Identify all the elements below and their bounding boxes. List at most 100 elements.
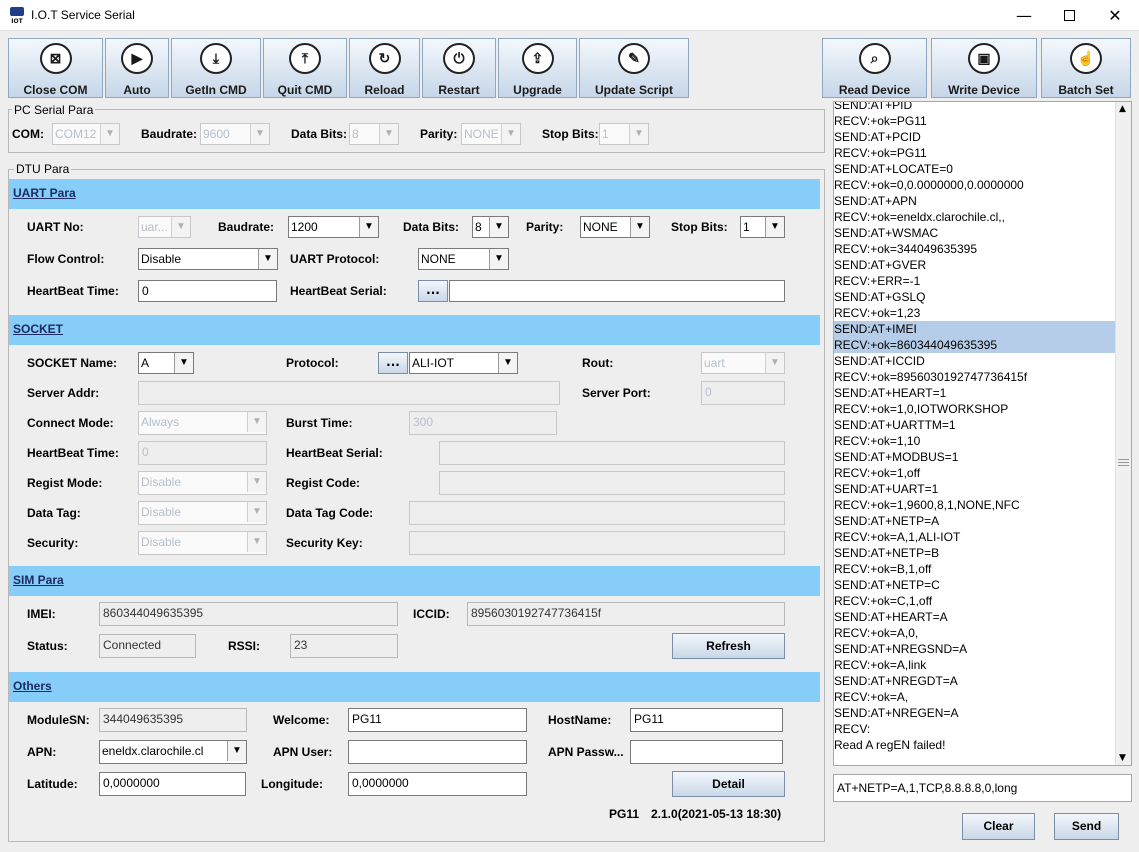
log-line: SEND:AT+HEART=A bbox=[834, 610, 948, 624]
apn-user-input[interactable] bbox=[348, 740, 527, 764]
data-tag-code-label: Data Tag Code: bbox=[286, 506, 374, 520]
data-tag-select[interactable]: Disable ▼ bbox=[138, 501, 267, 525]
log-line: RECV:+ok=C,1,off bbox=[834, 594, 933, 608]
refresh-button[interactable]: Refresh bbox=[672, 633, 785, 659]
socket-hb-serial-input[interactable] bbox=[439, 441, 785, 465]
apn-user-label: APN User: bbox=[273, 745, 333, 759]
apn-password-input[interactable] bbox=[630, 740, 783, 764]
toolbar-button-label: Reload bbox=[364, 83, 405, 97]
log-line: SEND:AT+GSLQ bbox=[834, 290, 926, 304]
welcome-input[interactable]: PG11 bbox=[348, 708, 527, 732]
server-port-input[interactable]: 0 bbox=[701, 381, 785, 405]
uart-baudrate-select[interactable]: 1200 ▼ bbox=[288, 216, 379, 238]
server-addr-input[interactable] bbox=[138, 381, 560, 405]
uart-section-title[interactable]: UART Para bbox=[13, 186, 76, 200]
detail-button[interactable]: Detail bbox=[672, 771, 785, 797]
log-line: SEND:AT+NREGEN=A bbox=[834, 706, 959, 720]
toolbar-button-update-script[interactable]: ✎ Update Script bbox=[579, 38, 689, 98]
regist-mode-select[interactable]: Disable ▼ bbox=[138, 471, 267, 495]
uart-no-select[interactable]: uar... ▼ bbox=[138, 216, 191, 238]
scroll-down-icon[interactable]: ▼ bbox=[1119, 753, 1126, 763]
chevron-down-icon: ▼ bbox=[174, 353, 193, 373]
reload-doc-icon: ↻ bbox=[368, 43, 401, 74]
uart-parity-select[interactable]: NONE ▼ bbox=[580, 216, 650, 238]
others-section-title[interactable]: Others bbox=[13, 679, 52, 693]
longitude-label: Longitude: bbox=[261, 777, 323, 791]
com-value: COM12 bbox=[55, 127, 97, 141]
toolbar-button-getin-cmd[interactable]: ⤓ GetIn CMD bbox=[171, 38, 261, 98]
pc-parity-select[interactable]: NONE ▼ bbox=[461, 123, 521, 145]
longitude-input[interactable]: 0,0000000 bbox=[348, 772, 527, 796]
latitude-label: Latitude: bbox=[27, 777, 78, 791]
toolbar-button-quit-cmd[interactable]: ⤒ Quit CMD bbox=[263, 38, 347, 98]
socket-name-label: SOCKET Name: bbox=[27, 356, 118, 370]
uart-databits-select[interactable]: 8 ▼ bbox=[472, 216, 509, 238]
socket-protocol-browse-button[interactable]: ... bbox=[378, 352, 408, 374]
uart-baudrate-value: 1200 bbox=[291, 220, 318, 234]
clear-button[interactable]: Clear bbox=[962, 813, 1035, 840]
chevron-down-icon: ▼ bbox=[359, 217, 378, 237]
com-select[interactable]: COM12 ▼ bbox=[52, 123, 120, 145]
rout-select[interactable]: uart ▼ bbox=[701, 352, 785, 374]
security-value: Disable bbox=[141, 535, 182, 549]
log-line: SEND:AT+NETP=A bbox=[834, 514, 940, 528]
uart-hb-time-input[interactable]: 0 bbox=[138, 280, 277, 302]
uart-stopbits-select[interactable]: 1 ▼ bbox=[740, 216, 785, 238]
data-tag-code-input[interactable] bbox=[409, 501, 785, 525]
sim-section-title[interactable]: SIM Para bbox=[13, 573, 64, 587]
toolbar-button-label: Upgrade bbox=[513, 83, 562, 97]
uart-hb-serial-browse-button[interactable]: ... bbox=[418, 280, 448, 302]
toolbar-button-write-device[interactable]: ▣ Write Device bbox=[931, 38, 1037, 98]
socket-section-header: SOCKET bbox=[9, 315, 820, 345]
module-sn-field: 344049635395 bbox=[99, 708, 247, 732]
toolbar-button-close-com[interactable]: ⊠ Close COM bbox=[8, 38, 103, 98]
chevron-down-icon: ▼ bbox=[100, 124, 119, 144]
socket-hb-time-input[interactable]: 0 bbox=[138, 441, 267, 465]
scroll-thumb[interactable] bbox=[1118, 442, 1129, 482]
connect-mode-select[interactable]: Always ▼ bbox=[138, 411, 267, 435]
log-scrollbar[interactable]: ▲ ▼ bbox=[1115, 102, 1131, 765]
close-window-icon[interactable]: ✕ bbox=[1092, 0, 1138, 30]
toolbar-button-read-device[interactable]: ⌕ Read Device bbox=[822, 38, 927, 98]
burst-time-input[interactable]: 300 bbox=[409, 411, 557, 435]
log-line: RECV:+ERR=-1 bbox=[834, 274, 921, 288]
scroll-up-icon[interactable]: ▲ bbox=[1119, 104, 1126, 114]
apn-select[interactable]: eneldx.clarochile.cl ▼ bbox=[99, 740, 247, 764]
server-port-label: Server Port: bbox=[582, 386, 651, 400]
chevron-down-icon: ▼ bbox=[629, 124, 648, 144]
toolbar-button-batch-set[interactable]: ☝ Batch Set bbox=[1041, 38, 1131, 98]
security-key-input[interactable] bbox=[409, 531, 785, 555]
latitude-input[interactable]: 0,0000000 bbox=[99, 772, 246, 796]
uart-hb-serial-input[interactable] bbox=[449, 280, 785, 302]
security-select[interactable]: Disable ▼ bbox=[138, 531, 267, 555]
socket-protocol-label: Protocol: bbox=[286, 356, 339, 370]
log-panel[interactable]: SEND:AT+PID RECV:+ok=PG11 SEND:AT+PCID RECV… bbox=[833, 101, 1132, 766]
socket-name-select[interactable]: A ▼ bbox=[138, 352, 194, 374]
uart-protocol-select[interactable]: NONE ▼ bbox=[418, 248, 509, 270]
hostname-input[interactable]: PG11 bbox=[630, 708, 783, 732]
chevron-down-icon: ▼ bbox=[630, 217, 649, 237]
chevron-down-icon: ▼ bbox=[501, 124, 520, 144]
uart-protocol-value: NONE bbox=[421, 252, 456, 266]
log-line: RECV:+ok=860344049635395 bbox=[834, 337, 1116, 353]
command-input[interactable]: AT+NETP=A,1,TCP,8.8.8.8,0,long bbox=[833, 774, 1132, 802]
flow-control-select[interactable]: Disable ▼ bbox=[138, 248, 278, 270]
toolbar-button-label: Close COM bbox=[23, 83, 88, 97]
chevron-down-icon: ▼ bbox=[765, 217, 784, 237]
send-button[interactable]: Send bbox=[1054, 813, 1119, 840]
socket-section-title[interactable]: SOCKET bbox=[13, 322, 63, 336]
minimize-icon[interactable]: — bbox=[1001, 0, 1047, 30]
toolbar-button-reload[interactable]: ↻ Reload bbox=[349, 38, 420, 98]
toolbar-button-auto[interactable]: ▶ Auto bbox=[105, 38, 169, 98]
maximize-icon[interactable] bbox=[1046, 0, 1092, 30]
socket-protocol-select[interactable]: ALI-IOT ▼ bbox=[409, 352, 518, 374]
log-line: RECV:+ok=B,1,off bbox=[834, 562, 932, 576]
pc-databits-select[interactable]: 8 ▼ bbox=[349, 123, 399, 145]
toolbar-button-upgrade[interactable]: ⇪ Upgrade bbox=[498, 38, 577, 98]
toolbar-button-restart[interactable]: ⏻ Restart bbox=[422, 38, 496, 98]
pc-baudrate-select[interactable]: 9600 ▼ bbox=[200, 123, 270, 145]
window-title: I.O.T Service Serial bbox=[31, 8, 135, 22]
pc-stopbits-select[interactable]: 1 ▼ bbox=[599, 123, 649, 145]
regist-code-input[interactable] bbox=[439, 471, 785, 495]
sim-section-header: SIM Para bbox=[9, 566, 820, 596]
